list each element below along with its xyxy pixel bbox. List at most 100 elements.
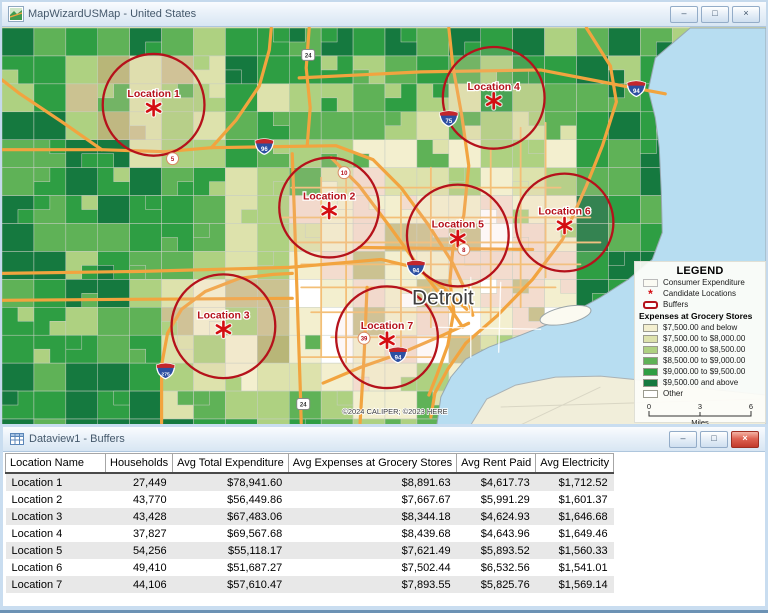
table-cell[interactable]: 37,827 [106,525,173,542]
legend-scalebar: 036Miles [635,401,765,426]
table-cell[interactable]: $5,991.29 [457,491,536,508]
minimize-button[interactable]: – [670,6,698,23]
table-cell[interactable]: Location 7 [6,576,106,593]
table-row[interactable]: Location 127,449$78,941.60$8,891.63$4,61… [6,473,614,491]
legend-class-label: $7,500.00 to $8,000.00 [663,334,745,343]
legend-class-label: $9,000.00 to $9,500.00 [663,367,745,376]
table-cell[interactable]: $7,667.67 [288,491,456,508]
table-row[interactable]: Location 744,106$57,610.47$7,893.55$5,82… [6,576,614,593]
svg-text:24: 24 [305,53,312,59]
table-cell[interactable]: $67,483.06 [173,508,289,525]
legend-class-label: Other [663,389,683,398]
table-cell[interactable]: $4,617.73 [457,473,536,491]
table-cell[interactable]: $7,893.55 [288,576,456,593]
column-header[interactable]: Avg Total Expenditure [173,454,289,474]
table-cell[interactable]: $7,621.49 [288,542,456,559]
svg-text:3: 3 [698,402,702,411]
svg-text:94: 94 [413,269,420,275]
table-cell[interactable]: $8,344.18 [288,508,456,525]
location-label: Location 5 [432,219,485,230]
table-cell[interactable]: Location 5 [6,542,106,559]
column-header[interactable]: Avg Expenses at Grocery Stores [288,454,456,474]
us-route-shield-icon: 24 [297,399,310,410]
table-cell[interactable]: Location 6 [6,559,106,576]
column-header[interactable]: Location Name [6,454,106,474]
legend-class-item: $9,500.00 and above [635,377,765,388]
table-cell[interactable]: Location 2 [6,491,106,508]
map-icon [8,6,24,22]
location-label: Location 4 [468,82,521,93]
table-cell[interactable]: $4,643.96 [457,525,536,542]
dataview-titlebar[interactable]: Dataview1 - Buffers – □ × [3,427,765,452]
table-cell[interactable]: $1,560.33 [536,542,614,559]
table-cell[interactable]: $1,712.52 [536,473,614,491]
table-row[interactable]: Location 343,428$67,483.06$8,344.18$4,62… [6,508,614,525]
table-cell[interactable]: $55,118.17 [173,542,289,559]
map-window-titlebar[interactable]: MapWizardUSMap - United States – □ × [2,2,766,27]
table-cell[interactable]: $5,893.52 [457,542,536,559]
class-color-swatch [643,335,658,343]
table-cell[interactable]: $7,502.44 [288,559,456,576]
table-cell[interactable]: $57,610.47 [173,576,289,593]
table-cell[interactable]: $4,624.93 [457,508,536,525]
buffers-table: Location NameHouseholdsAvg Total Expendi… [5,453,614,593]
map-window-title: MapWizardUSMap - United States [28,8,670,20]
legend-class-label: $8,000.00 to $8,500.00 [663,345,745,354]
legend-title: LEGEND [635,262,765,277]
table-cell[interactable]: 43,428 [106,508,173,525]
class-color-swatch [643,346,658,354]
table-cell[interactable]: 27,449 [106,473,173,491]
table-row[interactable]: Location 554,256$55,118.17$7,621.49$5,89… [6,542,614,559]
svg-text:94: 94 [633,89,640,95]
column-header[interactable]: Households [106,454,173,474]
svg-text:96: 96 [261,147,268,153]
table-cell[interactable]: $6,532.56 [457,559,536,576]
close-button[interactable]: × [732,6,760,23]
svg-text:24: 24 [300,402,307,408]
table-cell[interactable]: 44,106 [106,576,173,593]
dataview-title: Dataview1 - Buffers [29,433,669,445]
table-cell[interactable]: $56,449.86 [173,491,289,508]
legend-class-item: $7,500.00 and below [635,322,765,333]
svg-text:0: 0 [647,402,651,411]
map-copyright: ©2024 CALIPER; ©2023 HERE [342,407,447,416]
state-route-shield-icon: 5 [167,153,179,165]
table-cell[interactable]: Location 3 [6,508,106,525]
table-row[interactable]: Location 437,827$69,567.68$8,439.68$4,64… [6,525,614,542]
legend-class-item: $8,500.00 to $9,000.00 [635,355,765,366]
svg-text:275: 275 [161,371,170,377]
table-cell[interactable]: $69,567.68 [173,525,289,542]
table-cell[interactable]: $1,646.68 [536,508,614,525]
table-cell[interactable]: 54,256 [106,542,173,559]
minimize-button[interactable]: – [669,431,697,448]
table-cell[interactable]: $1,601.37 [536,491,614,508]
table-cell[interactable]: 43,770 [106,491,173,508]
maximize-button[interactable]: □ [701,6,729,23]
layer-swatch [643,279,658,287]
svg-text:10: 10 [341,171,348,177]
table-cell[interactable]: $8,891.63 [288,473,456,491]
class-color-swatch [643,357,658,365]
table-row[interactable]: Location 649,410$51,687.27$7,502.44$6,53… [6,559,614,576]
table-cell[interactable]: $51,687.27 [173,559,289,576]
table-cell[interactable]: $78,941.60 [173,473,289,491]
table-cell[interactable]: $8,439.68 [288,525,456,542]
table-cell[interactable]: 49,410 [106,559,173,576]
column-header[interactable]: Avg Electricity [536,454,614,474]
column-header[interactable]: Avg Rent Paid [457,454,536,474]
table-cell[interactable]: $1,541.01 [536,559,614,576]
maximize-button[interactable]: □ [700,431,728,448]
svg-text:75: 75 [446,119,453,125]
table-cell[interactable]: Location 4 [6,525,106,542]
table-cell[interactable]: $1,649.46 [536,525,614,542]
buffer-swatch [643,301,658,309]
table-cell[interactable]: $1,569.14 [536,576,614,593]
table-cell[interactable]: $5,825.76 [457,576,536,593]
table-row[interactable]: Location 243,770$56,449.86$7,667.67$5,99… [6,491,614,508]
close-button[interactable]: × [731,431,759,448]
table-icon [9,431,25,447]
class-color-swatch [643,324,658,332]
table-cell[interactable]: Location 1 [6,473,106,491]
us-route-shield-icon: 24 [302,49,315,60]
candidate-location-icon: * [643,290,658,298]
